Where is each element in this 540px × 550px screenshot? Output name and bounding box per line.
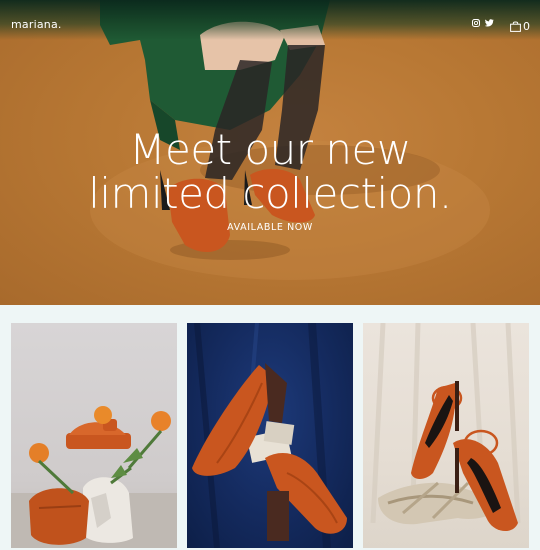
hero-headline-line1: Meet our new <box>129 125 411 174</box>
instagram-icon[interactable] <box>472 19 480 27</box>
product-tile-pointed-pumps[interactable] <box>187 323 353 548</box>
hero-headline-line2: limited collection. <box>88 169 452 218</box>
hero-top-gradient <box>0 0 540 40</box>
hero-headline: Meet our new limited collection. <box>0 128 540 216</box>
product-tile-ankle-strap-heels[interactable] <box>363 323 529 548</box>
cart-button[interactable]: 0 <box>510 17 530 36</box>
product-image-3 <box>370 323 521 532</box>
hero-banner: mariana. 0 Meet our new limited collecti… <box>0 0 540 305</box>
cart-count: 0 <box>523 20 530 33</box>
product-tile-platform-sandal[interactable] <box>11 323 177 548</box>
shopping-bag-icon <box>510 17 521 36</box>
brand-logo[interactable]: mariana. <box>11 18 62 31</box>
product-image-1 <box>11 406 177 548</box>
twitter-icon[interactable] <box>485 19 494 27</box>
product-image-2 <box>192 323 347 548</box>
available-now-link[interactable]: AVAILABLE NOW <box>0 222 540 233</box>
